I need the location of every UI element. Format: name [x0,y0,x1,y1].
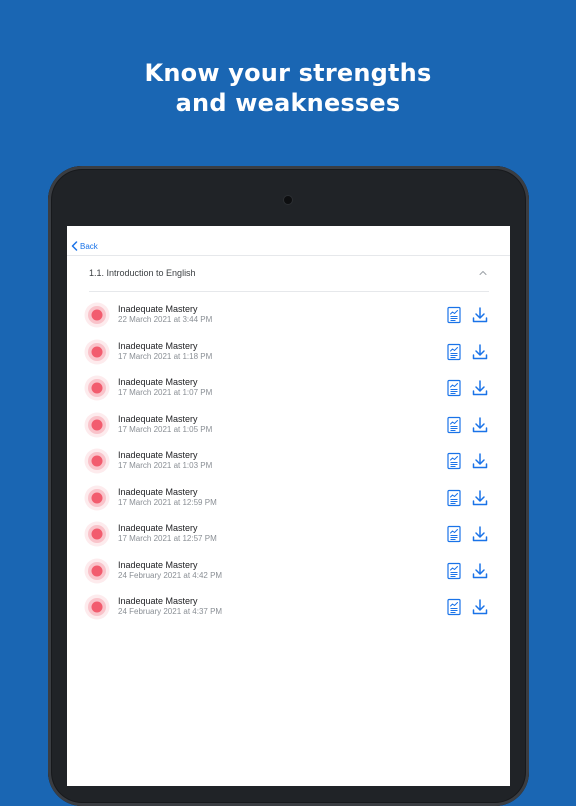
result-text: Inadequate Mastery 17 March 2021 at 12:5… [118,523,217,544]
result-row: Inadequate Mastery 22 March 2021 at 3:44… [67,296,510,333]
result-status: Inadequate Mastery [118,596,198,606]
result-date: 22 March 2021 at 3:44 PM [118,315,213,324]
download-icon[interactable] [471,562,489,580]
result-status: Inadequate Mastery [118,559,198,570]
result-row: Inadequate Mastery 17 March 2021 at 1:18… [67,333,510,370]
report-document-icon[interactable] [446,379,462,397]
result-date: 17 March 2021 at 1:18 PM [118,351,213,361]
section-title: 1.1. Introduction to English [89,268,196,278]
report-document-icon[interactable] [446,489,462,507]
download-icon[interactable] [471,525,489,543]
target-icon [84,594,110,620]
target-icon [84,521,110,547]
result-text: Inadequate Mastery 17 March 2021 at 1:05… [118,414,212,435]
report-document-icon[interactable] [446,525,462,543]
result-status: Inadequate Mastery [118,304,198,314]
target-icon [84,485,110,510]
result-text: Inadequate Mastery 24 February 2021 at 4… [118,596,222,617]
result-status: Inadequate Mastery [118,340,198,351]
target-icon [84,375,110,401]
section-header[interactable]: 1.1. Introduction to English [89,256,489,292]
result-text: Inadequate Mastery 17 March 2021 at 1:07… [118,377,212,398]
result-text: Inadequate Mastery 17 March 2021 at 1:18… [118,341,212,362]
promo-headline: Know your strengths and weaknesses [0,58,576,118]
result-row: Inadequate Mastery 17 March 2021 at 12:5… [67,515,510,552]
back-label: Back [80,241,98,251]
app-screen: Back 1.1. Introduction to English Inadeq… [67,226,510,786]
target-icon [84,558,110,583]
report-document-icon[interactable] [446,343,462,361]
report-document-icon[interactable] [446,416,462,434]
report-document-icon[interactable] [446,562,462,580]
result-status: Inadequate Mastery [118,486,198,497]
download-icon[interactable] [471,489,489,507]
result-text: Inadequate Mastery 24 February 2021 at 4… [118,560,222,581]
report-document-icon[interactable] [446,306,462,324]
camera-dot [284,196,292,204]
result-date: 17 March 2021 at 12:59 PM [118,497,217,507]
result-date: 24 February 2021 at 4:37 PM [118,607,223,616]
result-text: Inadequate Mastery 17 March 2021 at 12:5… [118,487,217,508]
result-date: 17 March 2021 at 1:03 PM [118,461,213,470]
download-icon[interactable] [471,452,489,470]
result-date: 17 March 2021 at 12:57 PM [118,534,217,543]
promo-headline-line-1: Know your strengths [144,59,432,87]
chevron-up-icon[interactable] [477,267,489,279]
chevron-left-icon [71,241,78,251]
result-row: Inadequate Mastery 17 March 2021 at 1:07… [67,369,510,406]
download-icon[interactable] [471,306,489,324]
result-text: Inadequate Mastery 22 March 2021 at 3:44… [118,304,212,325]
download-icon[interactable] [471,343,489,361]
download-icon[interactable] [471,379,489,397]
result-row: Inadequate Mastery 17 March 2021 at 1:05… [67,406,510,443]
result-date: 17 March 2021 at 1:05 PM [118,424,213,434]
download-icon[interactable] [471,416,489,434]
result-row: Inadequate Mastery 24 February 2021 at 4… [67,552,510,589]
report-document-icon[interactable] [446,452,462,470]
result-date: 17 March 2021 at 1:07 PM [118,388,213,397]
result-status: Inadequate Mastery [118,523,198,533]
navigation-bar: Back [67,226,510,256]
promo-headline-line-2: and weaknesses [175,89,401,117]
result-status: Inadequate Mastery [118,377,198,387]
result-status: Inadequate Mastery [118,413,198,424]
result-row: Inadequate Mastery 24 February 2021 at 4… [67,588,510,625]
result-row: Inadequate Mastery 17 March 2021 at 12:5… [67,479,510,516]
back-button[interactable]: Back [71,239,98,253]
result-text: Inadequate Mastery 17 March 2021 at 1:03… [118,450,212,471]
target-icon [84,339,110,364]
target-icon [84,412,110,437]
result-row: Inadequate Mastery 17 March 2021 at 1:03… [67,442,510,479]
result-date: 24 February 2021 at 4:42 PM [118,570,223,580]
result-status: Inadequate Mastery [118,450,198,460]
results-list: Inadequate Mastery 22 March 2021 at 3:44… [67,296,510,625]
download-icon[interactable] [471,598,489,616]
report-document-icon[interactable] [446,598,462,616]
target-icon [84,302,110,328]
target-icon [84,448,110,474]
tablet-frame: Back 1.1. Introduction to English Inadeq… [48,166,529,806]
